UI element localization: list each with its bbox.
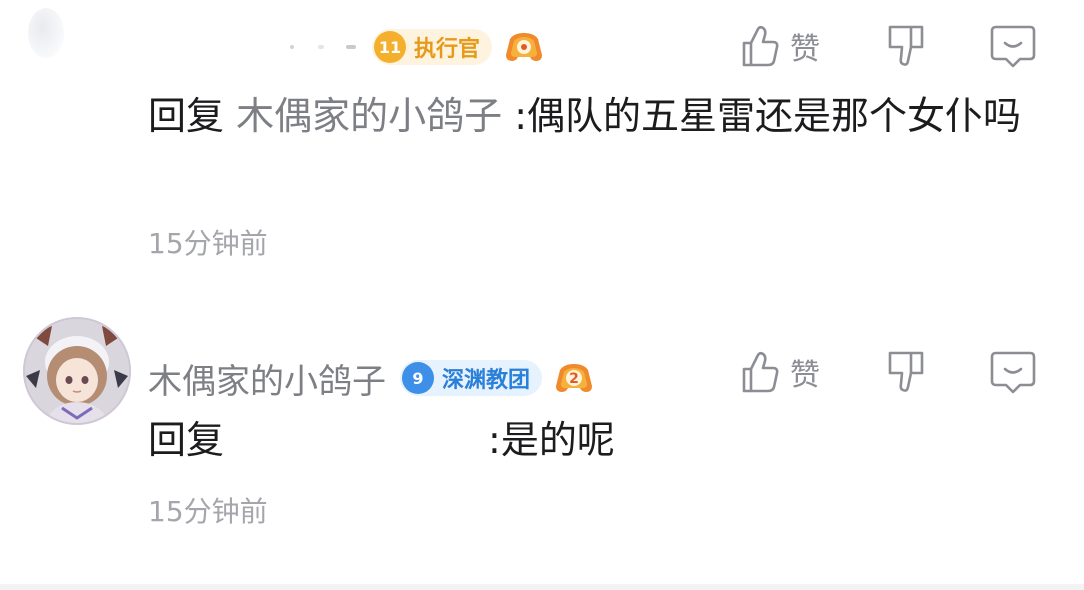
like-label: 赞 [790,32,820,67]
level-title: 深渊教团 [442,368,531,393]
comment-actions: 赞 [740,20,1060,72]
comment-bubble-icon [990,351,1036,394]
avatar[interactable] [22,316,132,426]
comment-actions: 赞 [740,346,1060,398]
comment-body: :偶队的五星雷还是那个女仆吗 [514,94,1022,138]
comment-item: 木偶家的小鸽子 9 深渊教团 2 赞 回复:是的呢 15分钟前 [0,300,1084,590]
username[interactable]: 木偶家的小鸽子 [148,354,386,403]
comment-header: 木偶家的小鸽子 9 深渊教团 2 [148,353,594,403]
reply-to-username[interactable]: 木偶家的小鸽子 [236,94,502,138]
level-number: 9 [402,362,434,394]
level-title: 执行官 [414,37,481,62]
like-button[interactable]: 赞 [740,20,820,72]
like-label: 赞 [790,358,820,393]
thumbs-up-icon [742,25,779,67]
divider [0,584,1084,590]
thumbs-down-icon [888,351,924,392]
reply-to-username-redacted[interactable] [224,423,488,463]
game-controller-medal-icon[interactable] [504,29,544,65]
comment-header: 11 执行官 [280,22,544,72]
level-badge[interactable]: 9 深渊教团 [400,360,543,396]
level-badge[interactable]: 11 执行官 [372,29,493,65]
comment-text: 回复 木偶家的小鸽子 :偶队的五星雷还是那个女仆吗 [148,87,1048,145]
avatar[interactable] [28,8,64,58]
reply-prefix: 回复 [148,94,225,138]
game-controller-medal-2-icon[interactable]: 2 [554,360,594,396]
reply-button[interactable] [990,20,1036,72]
dislike-button[interactable] [886,20,926,72]
thumbs-up-icon [742,351,779,393]
dislike-button[interactable] [886,346,926,398]
comment-body: :是的呢 [488,418,615,462]
username-redacted[interactable] [280,39,360,55]
level-number: 11 [374,31,406,63]
medal-number: 2 [569,371,579,387]
comment-timestamp: 15分钟前 [148,495,268,528]
comment-text: 回复 :是的呢 [148,411,1048,469]
comment-item: 11 执行官 赞 回复 木偶家的小鸽子:偶队的五星雷还是那个女仆吗 15分钟前 [0,0,1084,300]
comment-bubble-icon [990,25,1036,68]
thumbs-down-icon [888,25,924,66]
comment-timestamp: 15分钟前 [148,227,268,260]
reply-button[interactable] [990,346,1036,398]
reply-prefix: 回复 [148,418,225,462]
like-button[interactable]: 赞 [740,346,820,398]
